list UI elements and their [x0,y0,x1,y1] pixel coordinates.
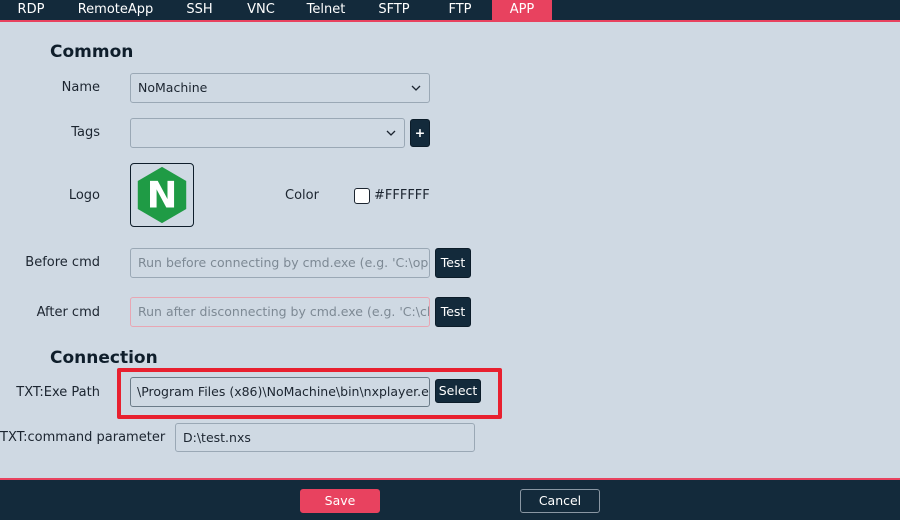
color-swatch[interactable] [354,188,370,204]
tab-remoteapp[interactable]: RemoteApp [62,0,169,20]
chevron-down-icon [411,85,421,91]
nomachine-logo-icon: N [137,166,187,224]
cancel-button[interactable]: Cancel [520,489,600,513]
tab-sftp[interactable]: SFTP [360,0,428,20]
name-dropdown[interactable]: NoMachine [130,73,430,103]
exe-path-label: TXT:Exe Path [16,385,100,400]
add-tag-button[interactable]: + [410,119,430,147]
save-button[interactable]: Save [300,489,380,513]
after-cmd-label: After cmd [36,305,100,320]
tags-label: Tags [71,125,100,140]
test-after-cmd-button[interactable]: Test [435,297,471,327]
connection-section-title: Connection [50,348,158,368]
tab-rdp[interactable]: RDP [0,0,62,20]
tab-ssh[interactable]: SSH [169,0,230,20]
dialog-footer: Save Cancel [0,478,900,520]
color-value: #FFFFFF [374,188,430,203]
before-cmd-label: Before cmd [25,255,100,270]
logo-letter: N [147,174,178,217]
settings-panel: Common Name NoMachine Tags + Logo N Colo… [0,22,900,478]
tab-vnc[interactable]: VNC [230,0,292,20]
name-value: NoMachine [138,80,208,95]
command-parameter-label: TXT:command parameter [0,430,166,445]
chevron-down-icon [386,130,396,136]
tab-app[interactable]: APP [492,0,552,20]
after-cmd-input[interactable]: Run after disconnecting by cmd.exe (e.g.… [130,297,430,327]
tab-telnet[interactable]: Telnet [292,0,360,20]
tags-dropdown[interactable] [130,118,405,148]
name-label: Name [61,80,100,95]
logo-label: Logo [68,188,100,203]
common-section-title: Common [50,42,134,62]
before-cmd-input[interactable]: Run before connecting by cmd.exe (e.g. '… [130,248,430,278]
exe-path-highlight-box [117,368,502,419]
color-label: Color [285,188,319,203]
protocol-tab-bar: RDP RemoteApp SSH VNC Telnet SFTP FTP AP… [0,0,900,22]
tab-ftp[interactable]: FTP [428,0,492,20]
test-before-cmd-button[interactable]: Test [435,248,471,278]
logo-picker[interactable]: N [130,163,194,227]
command-parameter-input[interactable]: D:\test.nxs [175,423,475,452]
